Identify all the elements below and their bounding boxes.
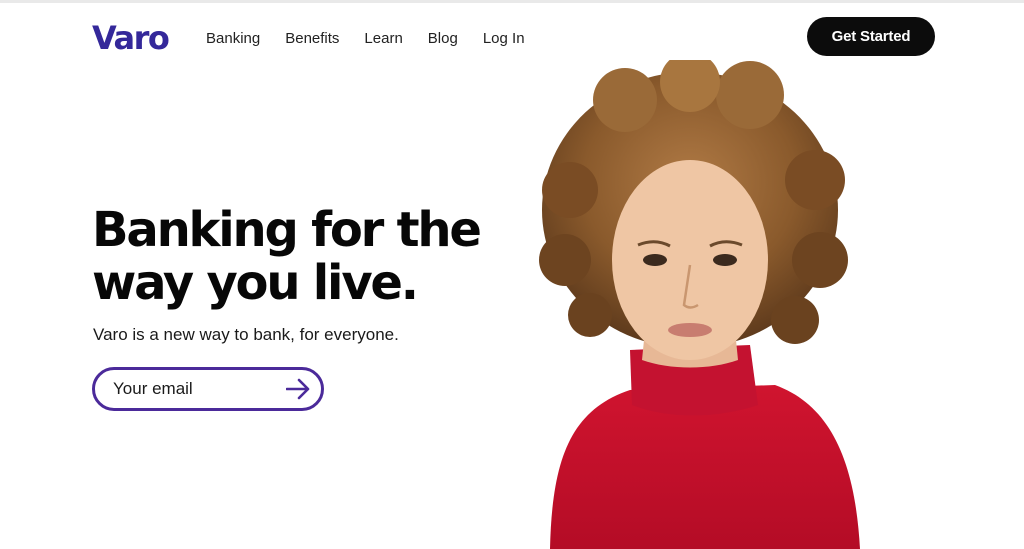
varo-logo[interactable]: Varo (92, 18, 170, 58)
arrow-right-icon[interactable] (286, 378, 310, 400)
nav-link-banking[interactable]: Banking (206, 29, 260, 49)
main-nav: Banking Benefits Learn Blog Log In (206, 29, 550, 49)
email-input[interactable] (113, 379, 273, 399)
nav-link-learn[interactable]: Learn (364, 29, 402, 49)
top-divider (0, 0, 1024, 3)
hero-person-image (539, 60, 860, 549)
nav-link-blog[interactable]: Blog (428, 29, 458, 49)
hero-title-line-2: way you live. (92, 255, 419, 311)
email-signup-form (92, 367, 324, 411)
hero-title-line-1: Banking for the (92, 202, 482, 258)
nav-link-benefits[interactable]: Benefits (285, 29, 339, 49)
get-started-button[interactable]: Get Started (807, 17, 935, 56)
hero-title: Banking for the way you live. (92, 204, 512, 310)
hero-subtitle: Varo is a new way to bank, for everyone. (93, 325, 399, 344)
nav-link-log-in[interactable]: Log In (483, 29, 525, 49)
